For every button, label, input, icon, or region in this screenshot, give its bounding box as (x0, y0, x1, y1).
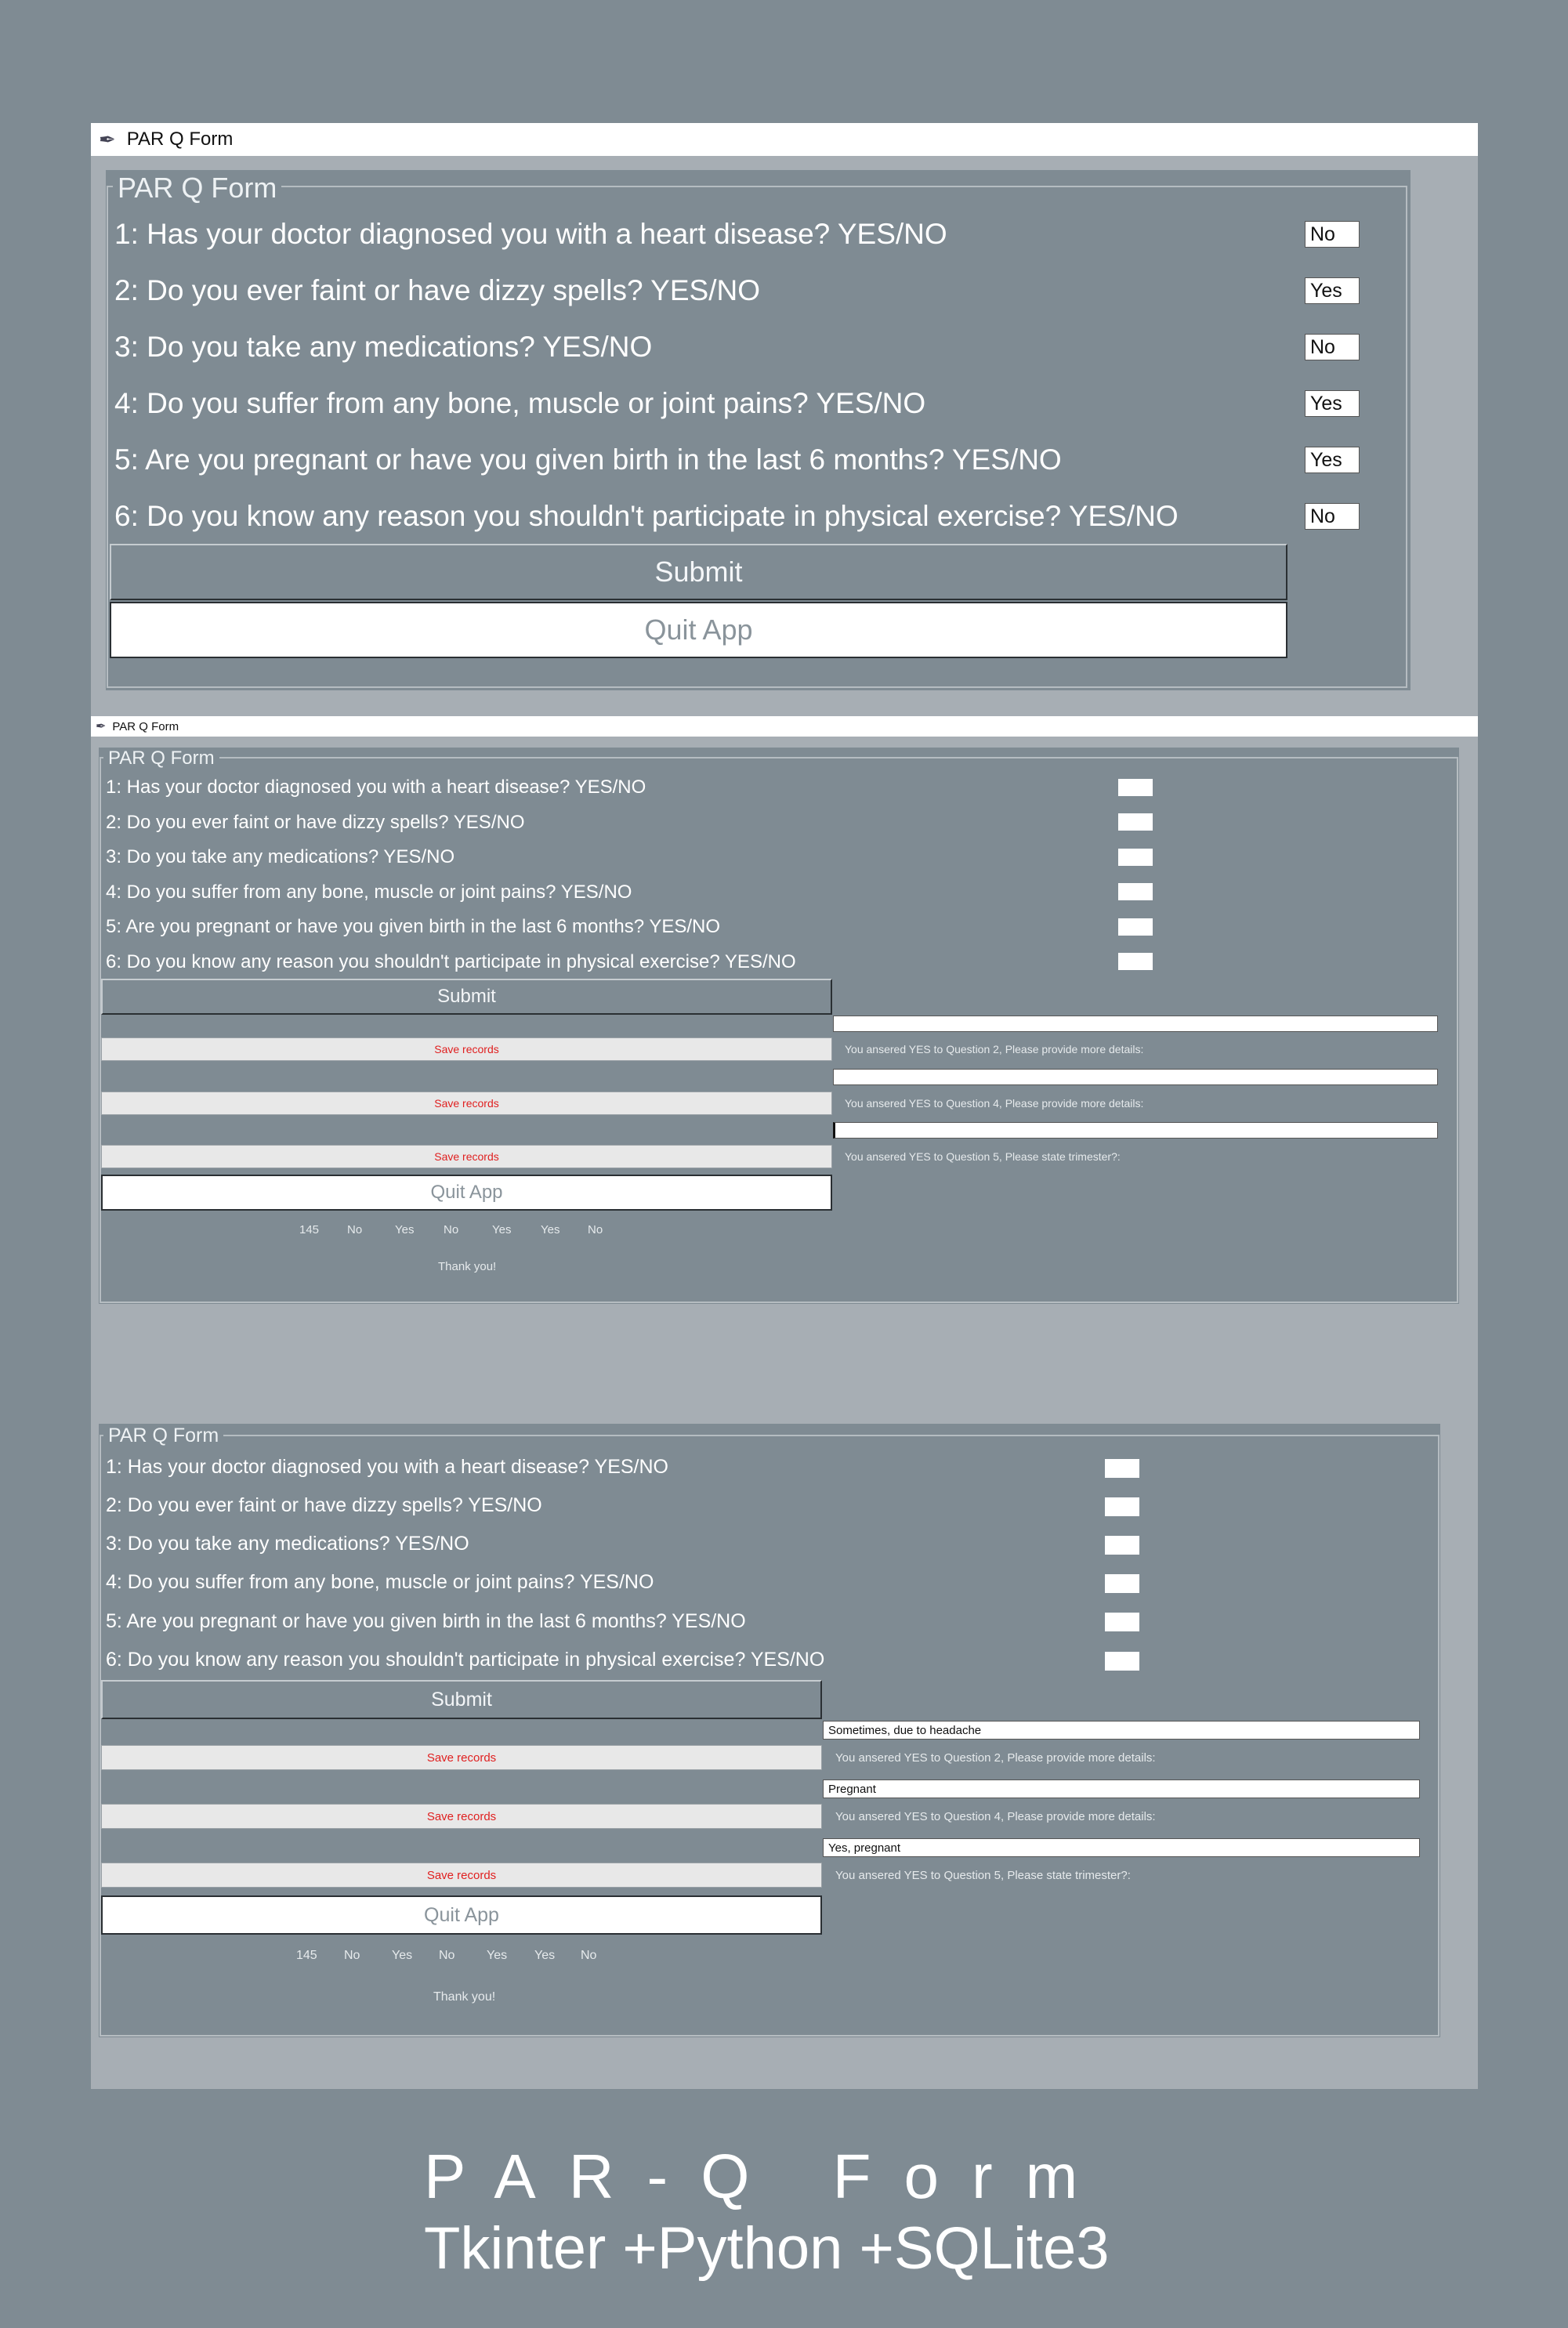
w1-quit-button[interactable]: Quit App (110, 602, 1287, 658)
w1-question-4: 4: Do you suffer from any bone, muscle o… (114, 387, 926, 419)
w2-answer-1[interactable] (1118, 779, 1153, 796)
w2-record-ans-4: Yes (492, 1223, 512, 1236)
w3-answer-2[interactable] (1105, 1497, 1139, 1516)
w2-answer-5[interactable] (1118, 918, 1153, 936)
w1-question-3: 3: Do you take any medications? YES/NO (114, 331, 653, 363)
window1-title: PAR Q Form (126, 129, 234, 150)
w3-question-1: 1: Has your doctor diagnosed you with a … (106, 1456, 669, 1478)
window1-group-title: PAR Q Form (113, 172, 282, 205)
w3-answer-5[interactable] (1105, 1613, 1139, 1631)
w1-submit-button[interactable]: Submit (110, 544, 1287, 600)
w2-detail-input-q4[interactable] (833, 1069, 1438, 1085)
w3-question-4: 4: Do you suffer from any bone, muscle o… (106, 1571, 654, 1593)
w3-record-ans-3: No (439, 1949, 455, 1962)
w1-answer-5[interactable]: Yes (1305, 447, 1360, 473)
w2-detail-input-q2[interactable] (833, 1016, 1438, 1032)
w2-answer-3[interactable] (1118, 849, 1153, 866)
w3-detail-input-q4[interactable]: Pregnant (823, 1779, 1420, 1798)
w2-save-button-q5[interactable]: Save records (101, 1145, 832, 1168)
w2-record-id: 145 (299, 1223, 320, 1236)
w3-question-5: 5: Are you pregnant or have you given bi… (106, 1610, 746, 1632)
w3-prompt-q5: You ansered YES to Question 5, Please st… (835, 1869, 1131, 1882)
w3-answer-1[interactable] (1105, 1459, 1139, 1478)
w3-save-button-q4[interactable]: Save records (101, 1804, 822, 1829)
w3-quit-button[interactable]: Quit App (101, 1895, 822, 1935)
window2-group-title: PAR Q Form (103, 748, 219, 769)
w1-answer-6[interactable]: No (1305, 503, 1360, 530)
w3-record-ans-5: Yes (534, 1949, 556, 1962)
w3-record-ans-2: Yes (392, 1949, 413, 1962)
w2-save-button-q4[interactable]: Save records (101, 1092, 832, 1115)
w1-answer-1[interactable]: No (1305, 221, 1360, 248)
w2-thanks-text: Thank you! (438, 1260, 497, 1273)
w3-record-ans-1: No (344, 1949, 360, 1962)
w3-thanks-text: Thank you! (433, 1990, 496, 2004)
w2-question-6: 6: Do you know any reason you shouldn't … (106, 951, 796, 972)
w3-answer-4[interactable] (1105, 1574, 1139, 1593)
feather-icon: ✒ (96, 720, 107, 733)
w3-submit-button[interactable]: Submit (101, 1680, 822, 1719)
w3-record-ans-6: No (581, 1949, 597, 1962)
w3-prompt-q4: You ansered YES to Question 4, Please pr… (835, 1810, 1156, 1823)
footer-heading: PAR-Q Form (424, 2142, 1111, 2211)
w2-answer-4[interactable] (1118, 883, 1153, 900)
w1-question-6: 6: Do you know any reason you shouldn't … (114, 500, 1179, 532)
w1-answer-3[interactable]: No (1305, 334, 1360, 360)
window1-titlebar: ✒ PAR Q Form (91, 123, 1478, 156)
window2-titlebar: ✒ PAR Q Form (91, 716, 1478, 737)
w3-detail-input-q2[interactable]: Sometimes, due to headache (823, 1721, 1420, 1740)
w3-detail-input-q5[interactable]: Yes, pregnant (823, 1838, 1420, 1857)
feather-icon: ✒ (99, 127, 116, 151)
w2-question-5: 5: Are you pregnant or have you given bi… (106, 916, 721, 937)
w2-submit-button[interactable]: Submit (101, 979, 832, 1015)
w2-question-4: 4: Do you suffer from any bone, muscle o… (106, 882, 632, 903)
w3-answer-3[interactable] (1105, 1536, 1139, 1555)
w2-prompt-q4: You ansered YES to Question 4, Please pr… (845, 1097, 1144, 1110)
w3-prompt-q2: You ansered YES to Question 2, Please pr… (835, 1751, 1156, 1765)
w3-save-button-q2[interactable]: Save records (101, 1745, 822, 1770)
w1-question-5: 5: Are you pregnant or have you given bi… (114, 444, 1062, 476)
w3-question-3: 3: Do you take any medications? YES/NO (106, 1533, 469, 1555)
w2-record-ans-1: No (347, 1223, 363, 1236)
w2-question-1: 1: Has your doctor diagnosed you with a … (106, 777, 646, 798)
footer-subheading: Tkinter +Python +SQLite3 (424, 2215, 1110, 2282)
w1-question-1: 1: Has your doctor diagnosed you with a … (114, 218, 947, 250)
w3-question-2: 2: Do you ever faint or have dizzy spell… (106, 1494, 542, 1516)
w1-question-2: 2: Do you ever faint or have dizzy spell… (114, 274, 760, 306)
w2-detail-input-q5[interactable] (833, 1122, 1438, 1139)
w1-answer-4[interactable]: Yes (1305, 390, 1360, 417)
w3-answer-6[interactable] (1105, 1652, 1139, 1671)
window3-group-title: PAR Q Form (103, 1425, 224, 1447)
w2-prompt-q5: You ansered YES to Question 5, Please st… (845, 1150, 1121, 1163)
w2-quit-button[interactable]: Quit App (101, 1175, 832, 1211)
w2-save-button-q2[interactable]: Save records (101, 1037, 832, 1061)
w2-question-3: 3: Do you take any medications? YES/NO (106, 846, 455, 867)
w1-answer-2[interactable]: Yes (1305, 277, 1360, 304)
window2-title: PAR Q Form (112, 719, 179, 733)
w2-answer-2[interactable] (1118, 813, 1153, 831)
w2-record-ans-5: Yes (541, 1223, 560, 1236)
w2-answer-6[interactable] (1118, 953, 1153, 970)
w2-record-ans-6: No (588, 1223, 603, 1236)
w2-record-ans-2: Yes (395, 1223, 415, 1236)
w2-record-ans-3: No (444, 1223, 459, 1236)
w2-question-2: 2: Do you ever faint or have dizzy spell… (106, 812, 525, 833)
w3-question-6: 6: Do you know any reason you shouldn't … (106, 1649, 825, 1671)
w3-save-button-q5[interactable]: Save records (101, 1863, 822, 1888)
w3-record-ans-4: Yes (487, 1949, 508, 1962)
w2-prompt-q2: You ansered YES to Question 2, Please pr… (845, 1043, 1144, 1055)
w3-record-id: 145 (296, 1949, 317, 1962)
